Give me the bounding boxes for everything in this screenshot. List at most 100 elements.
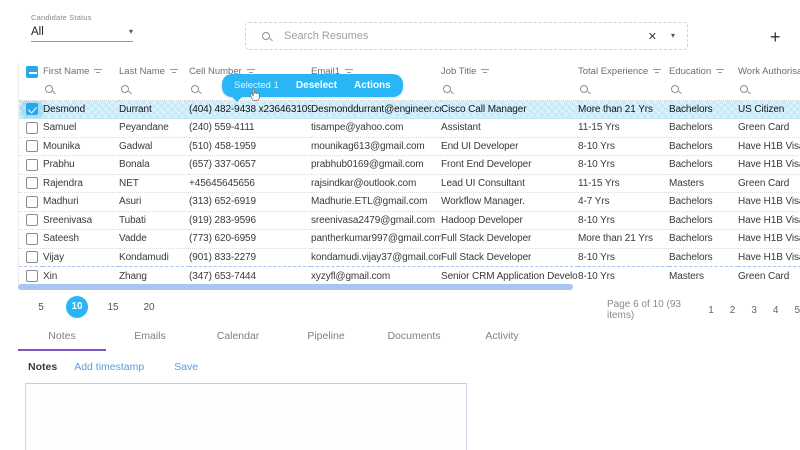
row-checkbox[interactable]: [26, 196, 38, 208]
cell-job_title: End UI Developer: [441, 137, 578, 156]
select-all-checkbox[interactable]: [26, 66, 38, 78]
cell-email: Desmonddurrant@engineer.com: [311, 100, 441, 119]
row-checkbox-cell: [19, 230, 43, 249]
cell-cell_number: (773) 620-6959: [189, 230, 311, 249]
table-row[interactable]: DesmondDurrant(404) 482-9438 x236463109D…: [19, 100, 800, 119]
table-row[interactable]: SateeshVadde(773) 620-6959pantherkumar99…: [19, 230, 800, 249]
row-checkbox[interactable]: [26, 103, 38, 115]
cell-cell_number: (313) 652-6919: [189, 193, 311, 212]
filter-cell-empty: [19, 81, 43, 100]
column-header-label: First Name: [43, 66, 89, 77]
row-checkbox[interactable]: [26, 177, 38, 189]
row-checkbox[interactable]: [26, 270, 38, 282]
tab-notes[interactable]: Notes: [18, 324, 106, 351]
cell-job_title: Assistant: [441, 119, 578, 138]
filter-cell-last_name[interactable]: [119, 81, 189, 100]
cell-work_authorization: Have H1B Visa: [738, 156, 800, 175]
row-checkbox[interactable]: [26, 122, 38, 134]
page-number-4[interactable]: 4: [773, 305, 779, 316]
table-row[interactable]: PrabhuBonala(657) 337-0657prabhub0169@gm…: [19, 156, 800, 175]
sort-filter-icon[interactable]: [94, 68, 102, 74]
tab-emails[interactable]: Emails: [106, 324, 194, 351]
column-header-education[interactable]: Education: [669, 62, 738, 81]
table-row[interactable]: MadhuriAsuri(313) 652-6919Madhurie.ETL@g…: [19, 193, 800, 212]
column-header-work_authorization[interactable]: Work Authorisation: [738, 62, 800, 81]
cell-last_name: Kondamudi: [119, 248, 189, 267]
cell-work_authorization: Have H1B Visa: [738, 137, 800, 156]
page-number-3[interactable]: 3: [751, 305, 757, 316]
candidate-list-screen: Candidate Status All ▾ Search Resumes ✕ …: [0, 0, 800, 450]
cell-job_title: Cisco Call Manager: [441, 100, 578, 119]
cell-total_experience: More than 21 Yrs: [578, 100, 669, 119]
cell-last_name: Vadde: [119, 230, 189, 249]
notes-textarea[interactable]: [25, 383, 467, 450]
table-row[interactable]: RajendraNET+45645645656rajsindkar@outloo…: [19, 174, 800, 193]
filter-cell-work_authorization[interactable]: [738, 81, 800, 100]
sort-filter-icon[interactable]: [170, 68, 178, 74]
cell-work_authorization: Green Card: [738, 174, 800, 193]
tab-pipeline[interactable]: Pipeline: [282, 324, 370, 351]
horizontal-scrollbar[interactable]: [18, 284, 573, 290]
column-header-job_title[interactable]: Job Title: [441, 62, 578, 81]
tab-activity[interactable]: Activity: [458, 324, 546, 351]
candidate-status-select[interactable]: All ▾: [31, 26, 133, 42]
cell-job_title: Full Stack Developer: [441, 230, 578, 249]
table-row[interactable]: VijayKondamudi(901) 833-2279kondamudi.vi…: [19, 248, 800, 267]
cell-cell_number: (901) 833-2279: [189, 248, 311, 267]
page-number-2[interactable]: 2: [730, 305, 736, 316]
cell-first_name: Sateesh: [43, 230, 119, 249]
cell-education: Bachelors: [669, 248, 738, 267]
cell-job_title: Front End Developer: [441, 156, 578, 175]
page-size-option-5[interactable]: 5: [30, 302, 52, 313]
search-icon: [671, 85, 679, 93]
filter-cell-education[interactable]: [669, 81, 738, 100]
cell-cell_number: +45645645656: [189, 174, 311, 193]
tab-documents[interactable]: Documents: [370, 324, 458, 351]
page-size-option-10[interactable]: 10: [66, 296, 88, 318]
add-timestamp-button[interactable]: Add timestamp: [74, 361, 144, 373]
clear-search-icon[interactable]: ✕: [648, 30, 657, 43]
table-row[interactable]: SamuelPeyandane(240) 559-4111tisampe@yah…: [19, 119, 800, 138]
add-candidate-button[interactable]: +: [770, 28, 781, 46]
deselect-button[interactable]: Deselect: [296, 80, 337, 91]
page-number-1[interactable]: 1: [708, 305, 714, 316]
column-header-label: Last Name: [119, 66, 165, 77]
cell-last_name: Gadwal: [119, 137, 189, 156]
actions-button[interactable]: Actions: [354, 80, 391, 91]
page-summary: Page 6 of 10 (93 items): [607, 299, 692, 321]
cell-education: Bachelors: [669, 211, 738, 230]
row-checkbox[interactable]: [26, 214, 38, 226]
save-note-button[interactable]: Save: [174, 361, 198, 373]
search-input[interactable]: Search Resumes: [284, 30, 648, 42]
cell-total_experience: More than 21 Yrs: [578, 230, 669, 249]
filter-cell-total_experience[interactable]: [578, 81, 669, 100]
sort-filter-icon[interactable]: [716, 68, 724, 74]
row-checkbox[interactable]: [26, 251, 38, 263]
column-header-last_name[interactable]: Last Name: [119, 62, 189, 81]
cell-education: Bachelors: [669, 156, 738, 175]
search-icon: [443, 85, 451, 93]
tab-calendar[interactable]: Calendar: [194, 324, 282, 351]
filter-cell-first_name[interactable]: [43, 81, 119, 100]
sort-filter-icon[interactable]: [653, 68, 661, 74]
filter-cell-job_title[interactable]: [441, 81, 578, 100]
cell-cell_number: (240) 559-4111: [189, 119, 311, 138]
column-header-first_name[interactable]: First Name: [43, 62, 119, 81]
page-size-option-15[interactable]: 15: [102, 302, 124, 313]
row-checkbox[interactable]: [26, 233, 38, 245]
table-row[interactable]: SreenivasaTubati(919) 283-9596sreenivasa…: [19, 211, 800, 230]
table-row[interactable]: MounikaGadwal(510) 458-1959mounikag613@g…: [19, 137, 800, 156]
page-size-option-20[interactable]: 20: [138, 302, 160, 313]
page-number-5[interactable]: 5: [794, 305, 800, 316]
cell-total_experience: 4-7 Yrs: [578, 193, 669, 212]
search-resumes-box[interactable]: Search Resumes ✕ ▾: [245, 22, 688, 50]
column-header-total_experience[interactable]: Total Experience: [578, 62, 669, 81]
cell-work_authorization: Have H1B Visa: [738, 248, 800, 267]
search-options-chevron-icon[interactable]: ▾: [671, 32, 675, 40]
cell-total_experience: 8-10 Yrs: [578, 248, 669, 267]
table-row[interactable]: XinZhang(347) 653-7444xyzyfl@gmail.comSe…: [19, 267, 800, 286]
row-checkbox[interactable]: [26, 140, 38, 152]
sort-filter-icon[interactable]: [481, 68, 489, 74]
cell-education: Masters: [669, 174, 738, 193]
row-checkbox[interactable]: [26, 159, 38, 171]
